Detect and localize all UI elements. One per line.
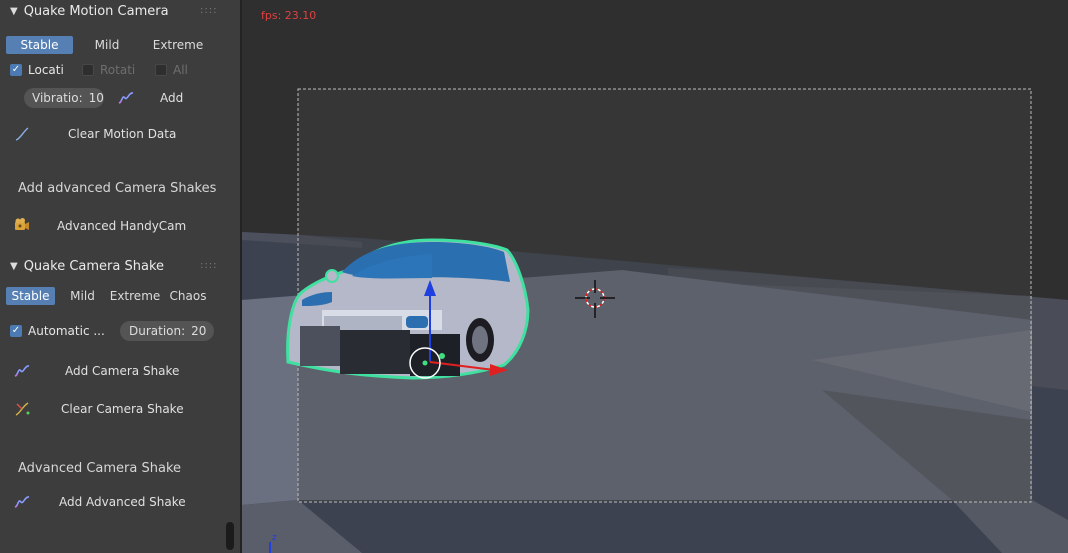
clear-camera-shake-button[interactable]: Clear Camera Shake [61,398,184,420]
clear-curve-icon [15,402,30,416]
camera-shake-title: Quake Camera Shake [23,258,165,274]
camera-icon [15,218,29,230]
add-camera-shake-button[interactable]: Add Camera Shake [65,360,179,382]
advanced-shakes-title: Add advanced Camera Shakes [18,181,217,196]
all-checkbox[interactable] [155,64,167,76]
wave-curve-icon[interactable] [118,90,134,106]
motion-preset-mild[interactable]: Mild [73,36,141,54]
motion-preset-extreme[interactable]: Extreme [141,36,215,54]
collapse-triangle-icon[interactable]: ▼ [10,6,18,17]
location-checkbox-row[interactable]: ✓ Locati [10,61,64,79]
add-advanced-shake-button[interactable]: Add Advanced Shake [59,491,186,513]
collapse-triangle-icon[interactable]: ▼ [10,261,18,272]
location-checkbox-label: Locati [28,63,64,77]
advanced-handycam-button[interactable]: Advanced HandyCam [57,215,186,237]
automatic-checkbox-row[interactable]: ✓ Automatic ... [10,322,105,340]
fps-counter: fps: 23.10 [261,9,317,22]
drag-grip-icon[interactable]: :::: [200,6,216,16]
automatic-checkbox[interactable]: ✓ [10,325,22,337]
vibration-field[interactable]: Vibratio: 10 [24,88,104,108]
axis-z-label: z [272,533,277,543]
automatic-checkbox-label: Automatic ... [28,324,105,338]
add-motion-button[interactable]: Add [160,87,183,109]
motion-camera-title: Quake Motion Camera [23,3,169,19]
rotation-checkbox[interactable] [82,64,94,76]
duration-field[interactable]: Duration: 20 [120,321,214,341]
all-checkbox-label: All [173,63,188,77]
3d-viewport[interactable]: z fps: 23.10 [242,0,1068,553]
duration-field-value: 20 [191,324,207,338]
wave-curve-icon [14,496,30,508]
drag-grip-icon[interactable]: :::: [200,261,216,271]
shake-preset-stable[interactable]: Stable [6,287,55,305]
clear-motion-data-button[interactable]: Clear Motion Data [68,123,176,145]
motion-preset-stable[interactable]: Stable [6,36,73,54]
all-checkbox-row[interactable]: All [155,61,188,79]
shake-preset-chaos[interactable]: Chaos [160,287,216,305]
viewport-scene[interactable]: z [242,0,1068,553]
vibration-field-label: Vibratio: [32,91,83,105]
rotation-checkbox-label: Rotati [100,63,136,77]
addon-sidebar-panel: ▼ Quake Motion Camera :::: Stable Mild E… [0,0,240,553]
panel-scrollbar[interactable] [226,522,234,550]
vibration-field-value: 10 [88,91,104,105]
wave-curve-icon [14,365,30,377]
motion-preset-selector: Stable Mild Extreme [6,36,215,54]
location-checkbox[interactable]: ✓ [10,64,22,76]
camera-shake-header[interactable]: ▼ Quake Camera Shake [10,256,164,276]
rotation-checkbox-row[interactable]: Rotati [82,61,135,79]
advanced-camera-shake-title: Advanced Camera Shake [18,461,182,476]
motion-camera-header[interactable]: ▼ Quake Motion Camera [10,1,169,21]
duration-field-label: Duration: [129,324,186,338]
shake-preset-selector: Stable Mild Extreme Chaos [6,287,216,305]
shake-preset-extreme[interactable]: Extreme [110,287,161,305]
shake-preset-mild[interactable]: Mild [55,287,110,305]
fcurve-icon [15,127,29,141]
